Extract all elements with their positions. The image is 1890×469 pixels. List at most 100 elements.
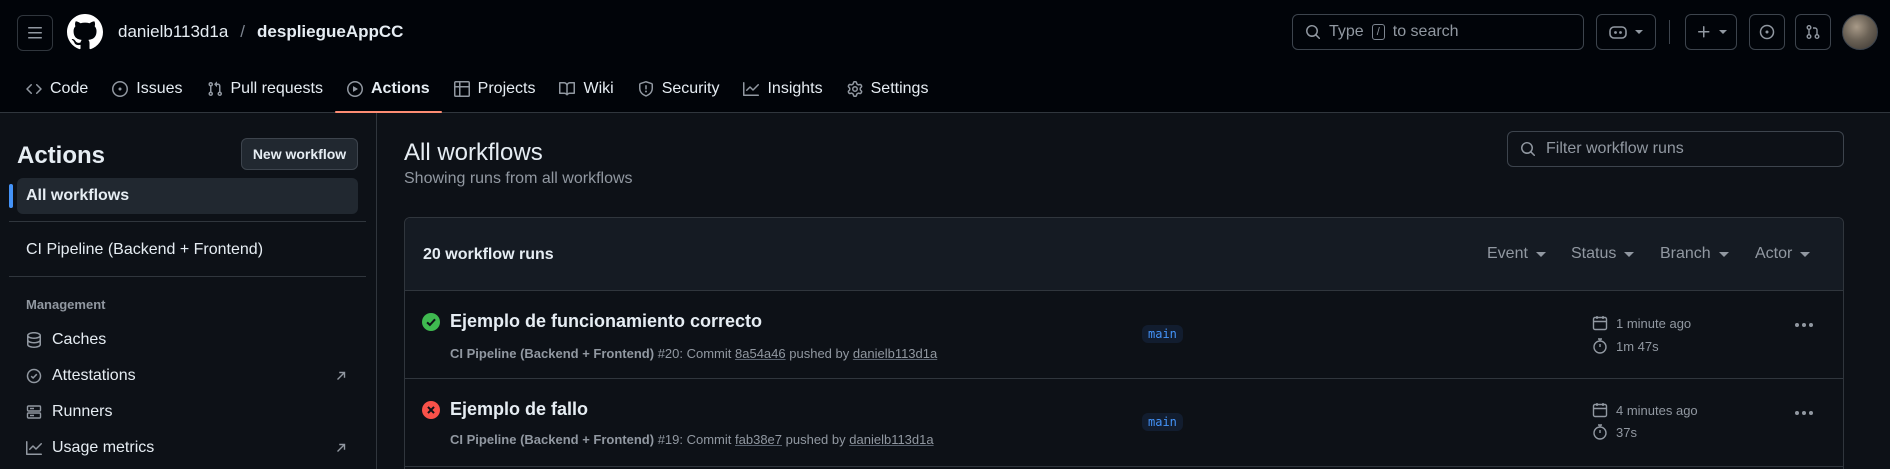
tab-security[interactable]: Security: [626, 66, 732, 112]
filter-event-dropdown[interactable]: Event: [1487, 245, 1546, 263]
run-when: 4 minutes ago: [1616, 402, 1698, 418]
run-workflow: CI Pipeline (Backend + Frontend): [450, 432, 655, 447]
branch-badge[interactable]: main: [1142, 325, 1183, 343]
git-pull-request-icon: [207, 81, 222, 97]
check-circle-fill-icon: [422, 313, 440, 331]
run-commit-link[interactable]: 8a54a46: [735, 346, 786, 361]
table-row[interactable]: Ejemplo de fallo CI Pipeline (Backend + …: [405, 379, 1843, 467]
sidebar-item-label: Usage metrics: [52, 439, 155, 456]
tab-settings[interactable]: Settings: [835, 66, 941, 112]
run-actor-link[interactable]: danielb113d1a: [853, 346, 937, 361]
kebab-horizontal-icon[interactable]: [1795, 411, 1813, 415]
github-logo-icon[interactable]: [67, 14, 103, 50]
branch-badge[interactable]: main: [1142, 413, 1183, 431]
kebab-horizontal-icon[interactable]: [1795, 323, 1813, 327]
run-title[interactable]: Ejemplo de funcionamiento correcto: [450, 311, 762, 332]
search-icon: [1306, 25, 1321, 40]
tab-projects[interactable]: Projects: [442, 66, 548, 112]
copilot-button[interactable]: [1596, 14, 1656, 50]
filter-runs-input[interactable]: Filter workflow runs: [1507, 131, 1844, 167]
sidebar-item-runners[interactable]: Runners: [17, 395, 358, 429]
sidebar-item-caches[interactable]: Caches: [17, 323, 358, 357]
link-external-icon: [337, 443, 346, 452]
graph-icon: [743, 82, 760, 96]
stopwatch-icon: [1593, 338, 1607, 354]
breadcrumb-owner[interactable]: danielb113d1a: [118, 22, 228, 42]
breadcrumb-repo[interactable]: despliegueAppCC: [257, 22, 403, 42]
tab-insights[interactable]: Insights: [731, 66, 834, 112]
verified-icon: [26, 368, 42, 384]
sidebar-divider: [9, 276, 366, 277]
breadcrumb: danielb113d1a / despliegueAppCC: [118, 22, 403, 42]
run-number: #20: [657, 346, 680, 361]
menu-button[interactable]: [17, 15, 53, 51]
create-new-button[interactable]: [1685, 14, 1737, 50]
link-external-icon: [337, 371, 346, 380]
avatar[interactable]: [1842, 14, 1878, 50]
run-duration: 1m 47s: [1592, 338, 1659, 354]
tab-code[interactable]: Code: [14, 66, 100, 112]
gear-icon: [847, 81, 863, 97]
code-icon: [26, 83, 42, 95]
server-icon: [26, 405, 42, 419]
run-pushed-by: pushed by: [789, 346, 850, 361]
hamburger-icon: [28, 27, 42, 39]
sidebar-item-attestations[interactable]: Attestations: [17, 359, 358, 393]
chevron-down-icon: [1800, 251, 1811, 257]
workflow-runs-list: 20 workflow runs Event Status Branch Act…: [404, 217, 1844, 469]
repo-nav: Code Issues Pull requests Actions Projec…: [14, 66, 941, 113]
search-input[interactable]: Type / to search: [1292, 14, 1584, 50]
sidebar-item-label: Runners: [52, 403, 113, 420]
sidebar-section-management: Management: [26, 297, 106, 312]
run-workflow: CI Pipeline (Backend + Frontend): [450, 346, 655, 361]
chevron-down-icon: [1624, 251, 1635, 257]
search-icon: [1521, 142, 1536, 157]
tab-label: Insights: [767, 80, 823, 97]
run-time: 1 minute ago: [1592, 315, 1691, 331]
tab-actions[interactable]: Actions: [335, 66, 442, 113]
copilot-icon: [1609, 26, 1627, 39]
filter-status-dropdown[interactable]: Status: [1571, 245, 1635, 263]
pull-requests-button[interactable]: [1795, 14, 1831, 50]
sidebar-item-ci-pipeline[interactable]: CI Pipeline (Backend + Frontend): [17, 232, 358, 268]
shield-icon: [638, 81, 653, 97]
tab-label: Actions: [371, 80, 430, 97]
filter-actor-dropdown[interactable]: Actor: [1755, 245, 1811, 263]
run-meta: CI Pipeline (Backend + Frontend) #20: Co…: [450, 346, 937, 361]
issue-opened-icon: [112, 81, 129, 97]
sidebar-item-all-workflows[interactable]: All workflows: [9, 178, 358, 214]
tab-label: Settings: [870, 80, 929, 97]
run-time: 4 minutes ago: [1592, 402, 1698, 418]
sidebar-title: Actions: [17, 142, 106, 169]
tab-label: Pull requests: [230, 80, 324, 97]
run-commit-prefix: : Commit: [679, 346, 732, 361]
plus-icon: [1697, 26, 1709, 38]
database-icon: [27, 332, 41, 348]
tab-label: Wiki: [583, 80, 614, 97]
runs-list-header: 20 workflow runs Event Status Branch Act…: [405, 218, 1843, 291]
tab-issues[interactable]: Issues: [100, 66, 194, 112]
run-commit-link[interactable]: fab38e7: [735, 432, 782, 447]
app-header: danielb113d1a / despliegueAppCC Type / t…: [0, 0, 1890, 113]
filter-branch-dropdown[interactable]: Branch: [1660, 245, 1729, 263]
sidebar-item-label: Attestations: [52, 367, 136, 384]
tab-wiki[interactable]: Wiki: [547, 66, 625, 112]
new-workflow-button[interactable]: New workflow: [241, 138, 358, 170]
play-icon: [347, 81, 363, 97]
run-title[interactable]: Ejemplo de fallo: [450, 399, 588, 420]
tab-pull-requests[interactable]: Pull requests: [195, 66, 336, 112]
run-pushed-by: pushed by: [785, 432, 846, 447]
table-row[interactable]: Ejemplo de funcionamiento correcto CI Pi…: [405, 291, 1843, 379]
run-commit-prefix: : Commit: [679, 432, 732, 447]
filter-label: Branch: [1660, 245, 1711, 262]
search-shortcut-key: /: [1371, 24, 1385, 40]
breadcrumb-separator: /: [240, 22, 246, 41]
chevron-down-icon: [1718, 30, 1727, 34]
actions-sidebar: Actions New workflow All workflows CI Pi…: [0, 113, 377, 469]
stopwatch-icon: [1593, 424, 1607, 440]
tab-label: Security: [661, 80, 720, 97]
filter-label: Event: [1487, 245, 1528, 262]
sidebar-item-usage-metrics[interactable]: Usage metrics: [17, 431, 358, 465]
issues-button[interactable]: [1749, 14, 1785, 50]
run-actor-link[interactable]: danielb113d1a: [849, 432, 933, 447]
